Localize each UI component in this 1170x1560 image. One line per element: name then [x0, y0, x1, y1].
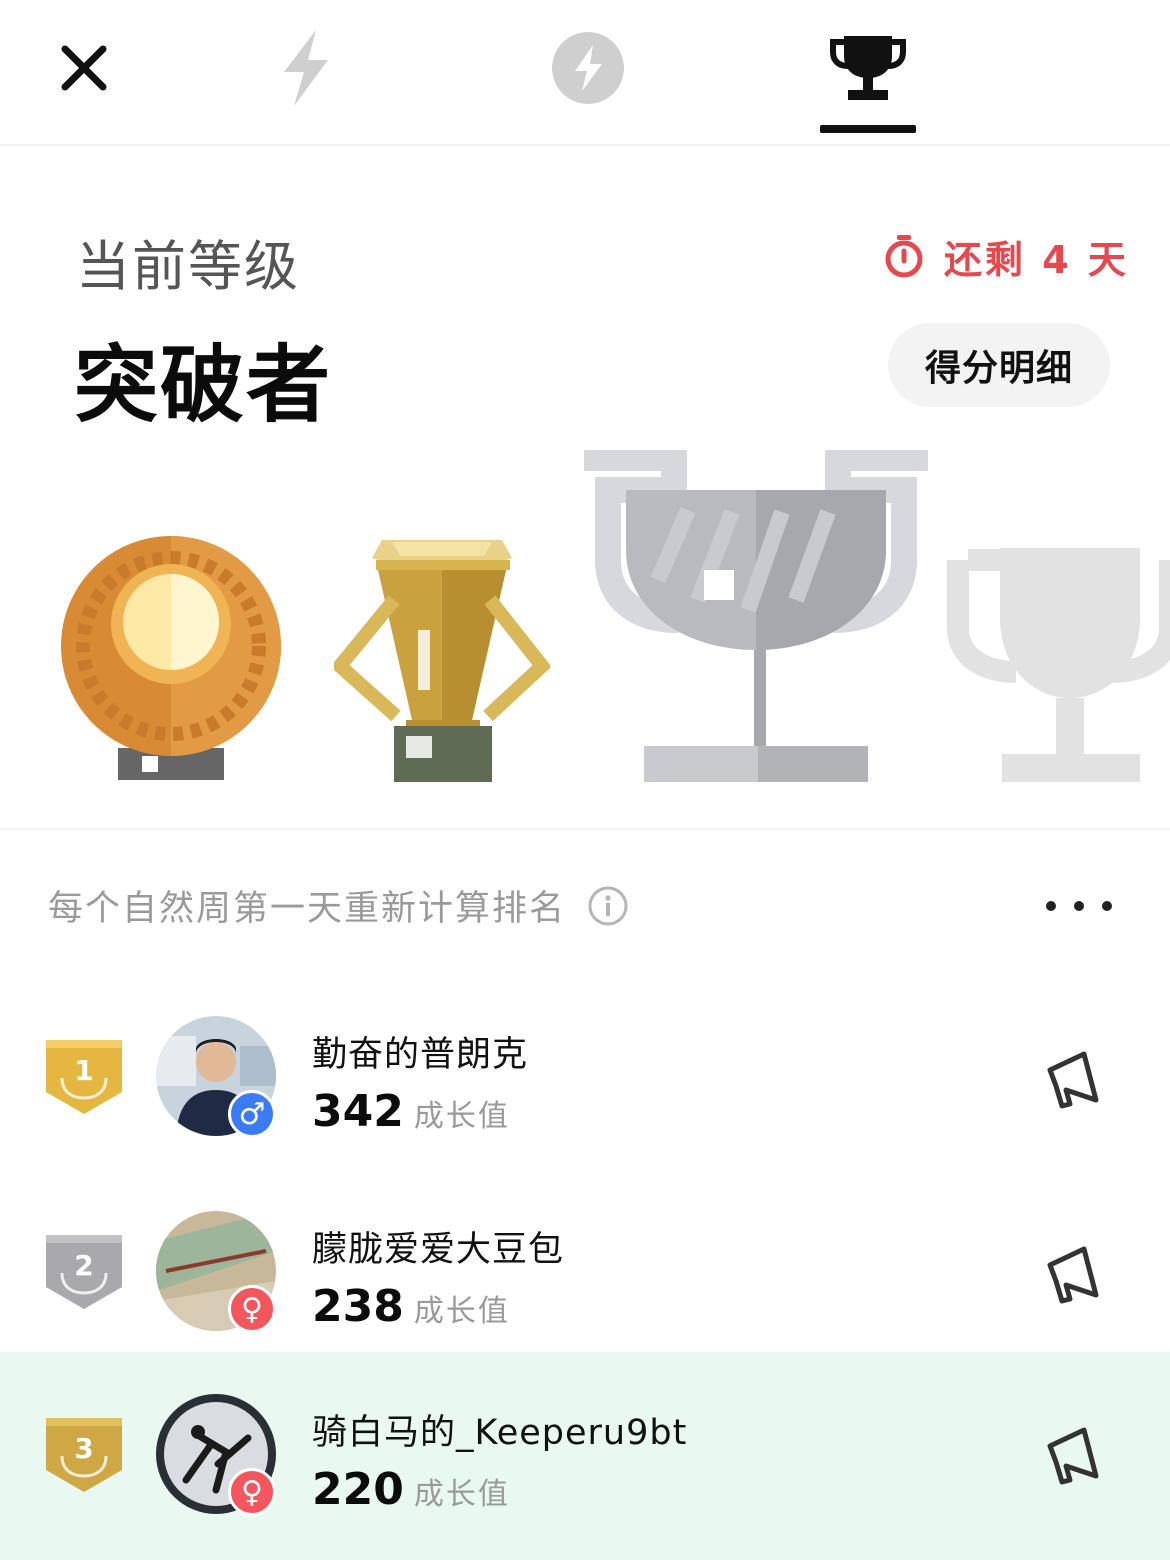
close-button[interactable] [34, 18, 134, 118]
trophy-icon [830, 36, 906, 100]
user-name[interactable]: 勤奋的普朗克 [312, 1026, 528, 1077]
silver-trophy-icon [584, 450, 928, 782]
ranking-row[interactable]: 1 ♂ 勤奋的普朗克 342 成长值 [0, 968, 1170, 1163]
growth-unit: 成长值 [413, 1477, 510, 1512]
level-label: 当前等级 [76, 235, 300, 298]
growth-unit: 成长值 [413, 1294, 510, 1329]
gender-male-badge: ♂ [228, 1090, 276, 1138]
more-dot [1046, 901, 1056, 911]
lightning-icon [284, 30, 328, 106]
user-name[interactable]: 朦胧爱爱大豆包 [312, 1221, 564, 1272]
ranking-note: 每个自然周第一天重新计算排名 [48, 880, 628, 931]
growth-unit: 成长值 [413, 1099, 510, 1134]
gender-female-badge: ♀ [228, 1285, 276, 1333]
rank-badge-bronze: 3 [46, 1418, 122, 1492]
ranking-row-current-user[interactable]: 3 ♀ 骑白马的_Keeperu9bt 220 成长值 [0, 1352, 1170, 1560]
countdown-text: 还剩 4 天 [944, 237, 1129, 282]
lightning-circle-icon [552, 32, 624, 104]
more-dot [1074, 901, 1084, 911]
rank-badge-silver: 2 [46, 1235, 122, 1309]
bronze-medal-icon [61, 536, 281, 780]
megaphone-icon[interactable] [1044, 1243, 1106, 1305]
megaphone-icon[interactable] [1044, 1424, 1106, 1486]
locked-trophy-icon [947, 548, 1170, 782]
score-line: 238 成长值 [312, 1281, 510, 1332]
top-tab-bar [0, 0, 1170, 146]
tab-trophy[interactable] [818, 18, 918, 118]
score-line: 342 成长值 [312, 1086, 510, 1137]
active-tab-indicator [820, 125, 916, 133]
tab-lightning[interactable] [256, 18, 356, 118]
more-options-button[interactable] [1046, 886, 1112, 926]
growth-score: 238 [312, 1281, 404, 1332]
rank-badge-gold: 1 [46, 1040, 122, 1114]
score-detail-button[interactable]: 得分明细 [888, 323, 1110, 407]
score-line: 220 成长值 [312, 1464, 510, 1515]
info-icon[interactable] [588, 886, 628, 926]
tab-lightning-circle[interactable] [538, 18, 638, 118]
timer-icon [885, 235, 923, 278]
user-name[interactable]: 骑白马的_Keeperu9bt [312, 1404, 687, 1455]
rank-number: 3 [74, 1432, 93, 1465]
section-divider [0, 828, 1170, 830]
gold-cup-icon [334, 540, 550, 782]
rank-number: 1 [74, 1054, 93, 1087]
close-icon [61, 45, 107, 91]
rank-number: 2 [74, 1249, 93, 1282]
growth-score: 220 [312, 1464, 404, 1515]
ranking-row[interactable]: 2 ♀ 朦胧爱爱大豆包 238 成长值 [0, 1163, 1170, 1358]
ranking-note-text: 每个自然周第一天重新计算排名 [48, 889, 567, 929]
growth-score: 342 [312, 1086, 404, 1137]
gender-female-badge: ♀ [228, 1468, 276, 1516]
current-level-name: 突破者 [74, 336, 333, 434]
more-dot [1102, 901, 1112, 911]
trophy-showcase [0, 440, 1170, 790]
countdown: 还剩 4 天 [884, 226, 1129, 286]
megaphone-icon[interactable] [1044, 1048, 1106, 1110]
